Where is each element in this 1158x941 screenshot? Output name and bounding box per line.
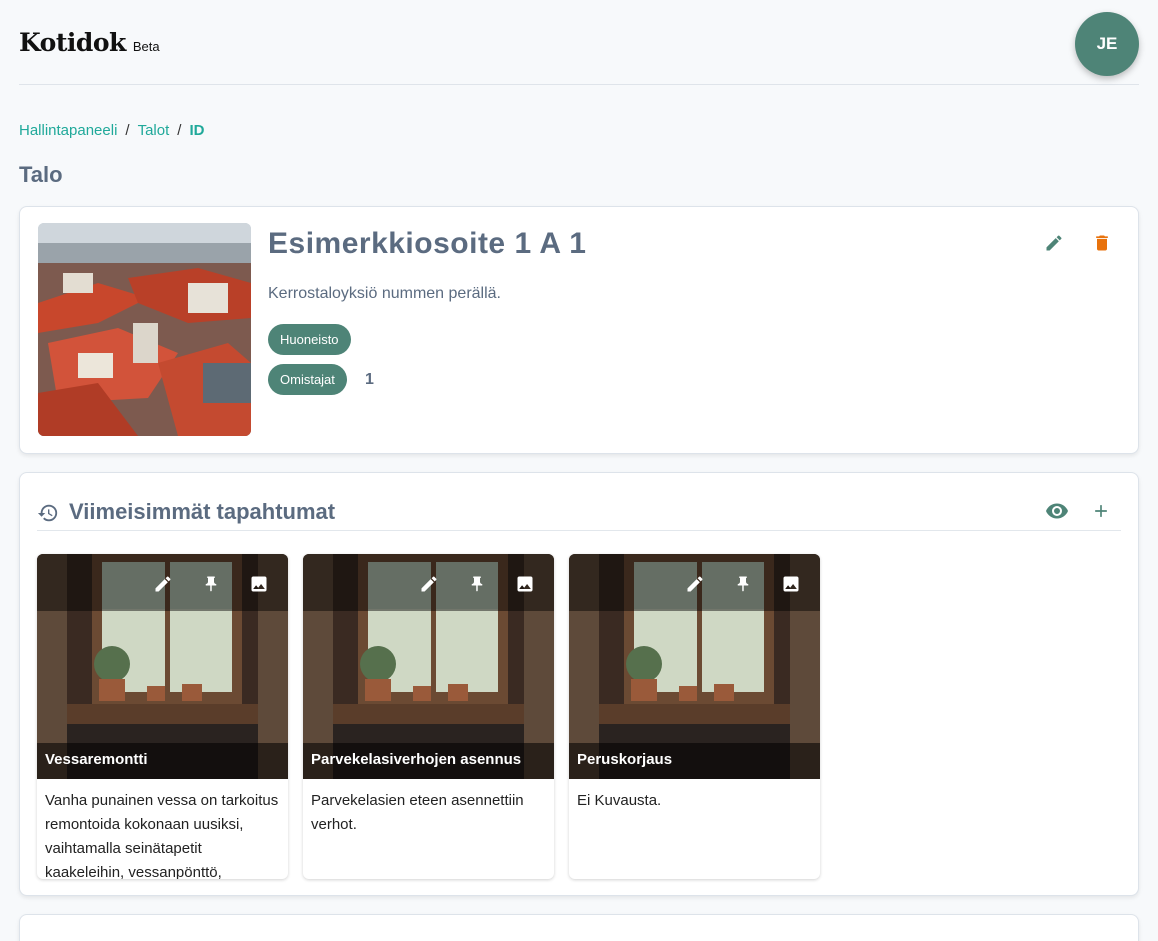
event-description: Ei Kuvausta. — [577, 792, 662, 809]
image-event-button[interactable] — [247, 572, 271, 596]
pin-event-button[interactable] — [199, 572, 223, 596]
beta-badge: Beta — [132, 39, 160, 54]
pin-icon — [471, 576, 483, 592]
image-icon — [517, 576, 533, 592]
event-title: Parvekelasiverhojen asennus — [303, 743, 554, 779]
owners-count: 1 — [365, 371, 374, 388]
page-title: Talo — [19, 162, 63, 187]
edit-event-button[interactable] — [151, 572, 175, 596]
app-logo[interactable]: Kotidok Beta — [19, 28, 160, 57]
history-icon — [37, 504, 58, 522]
event-card[interactable]: Peruskorjaus Ei Kuvausta. — [569, 554, 820, 879]
events-title: Viimeisimmät tapahtumat — [69, 499, 336, 524]
house-image — [38, 223, 251, 436]
app-header: Kotidok Beta JE — [19, 0, 1139, 85]
breadcrumb: Hallintapaneeli / Talot / ID — [19, 122, 204, 139]
breadcrumb-current: ID — [189, 122, 205, 139]
view-events-button[interactable] — [1045, 499, 1069, 523]
breadcrumb-dashboard[interactable]: Hallintapaneeli — [19, 122, 117, 139]
event-card[interactable]: Vessaremontti Vanha punainen vessa on ta… — [37, 554, 288, 879]
house-address: Esimerkkiosoite 1 A 1 — [268, 227, 587, 260]
pin-event-button[interactable] — [731, 572, 755, 596]
pencil-icon — [1046, 235, 1062, 251]
pin-icon — [205, 576, 217, 592]
page: Kotidok Beta JE Hallintapaneeli / Talot … — [19, 0, 1139, 941]
events-card: Viimeisimmät tapahtumat Vessaremontti Va… — [19, 472, 1139, 896]
pencil-icon — [155, 576, 171, 592]
trash-icon — [1096, 235, 1108, 251]
event-title: Peruskorjaus — [569, 743, 820, 779]
delete-house-button[interactable] — [1090, 231, 1114, 255]
image-icon — [251, 576, 267, 592]
pencil-icon — [421, 576, 437, 592]
image-event-button[interactable] — [513, 572, 537, 596]
edit-house-button[interactable] — [1042, 231, 1066, 255]
breadcrumb-houses[interactable]: Talot — [138, 122, 170, 139]
breadcrumb-separator: / — [177, 122, 182, 139]
owners-chip[interactable]: Omistajat — [268, 364, 347, 395]
event-title: Vessaremontti — [37, 743, 288, 779]
plus-icon — [1095, 505, 1107, 517]
house-card: Esimerkkiosoite 1 A 1 Kerrostaloyksiö nu… — [19, 206, 1139, 454]
house-description: Kerrostaloyksiö nummen perällä. — [268, 285, 501, 302]
edit-event-button[interactable] — [683, 572, 707, 596]
pencil-icon — [687, 576, 703, 592]
event-card[interactable]: Parvekelasiverhojen asennus Parvekelasie… — [303, 554, 554, 879]
event-description: Vanha punainen vessa on tarkoitus remont… — [45, 792, 279, 879]
event-toolbar — [37, 554, 288, 611]
events-header: Viimeisimmät tapahtumat — [37, 493, 1121, 531]
event-description: Parvekelasien eteen asennettiin verhot. — [311, 792, 524, 833]
image-icon — [783, 576, 799, 592]
add-event-button[interactable] — [1089, 499, 1113, 523]
user-avatar[interactable]: JE — [1075, 12, 1139, 76]
next-section-card — [19, 914, 1139, 941]
event-toolbar — [569, 554, 820, 611]
app-name: Kotidok — [19, 28, 126, 57]
eye-icon — [1046, 503, 1068, 519]
pin-icon — [737, 576, 749, 592]
house-type-chip[interactable]: Huoneisto — [268, 324, 351, 355]
breadcrumb-separator: / — [125, 122, 130, 139]
edit-event-button[interactable] — [417, 572, 441, 596]
pin-event-button[interactable] — [465, 572, 489, 596]
image-event-button[interactable] — [779, 572, 803, 596]
event-toolbar — [303, 554, 554, 611]
